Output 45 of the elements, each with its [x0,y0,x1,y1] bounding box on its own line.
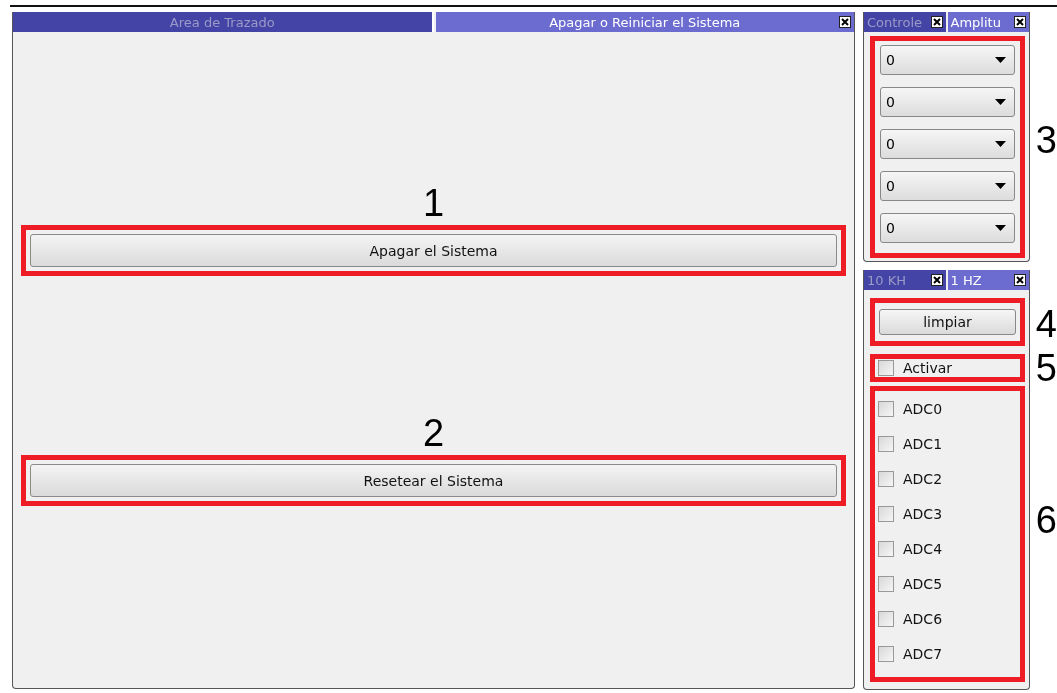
close-icon[interactable] [930,274,943,286]
dropdown[interactable]: 0 [880,171,1015,201]
checkbox[interactable] [878,576,894,592]
close-icon[interactable] [1014,274,1026,286]
checkbox[interactable] [878,360,894,376]
system-button[interactable]: Resetear el Sistema [30,464,837,497]
checkbox[interactable] [878,541,894,557]
dropdown[interactable]: 0 [880,129,1015,159]
tab[interactable]: Apagar o Reiniciar el Sistema [435,12,854,32]
callout-number: 6 [1035,501,1057,539]
checkbox-label: ADC0 [903,401,943,417]
checkbox[interactable] [878,471,894,487]
checkbox[interactable] [878,611,894,627]
checkbox-label: ADC5 [903,576,943,592]
checkbox-label: ADC3 [903,506,943,522]
close-icon[interactable] [839,16,851,28]
checkbox[interactable] [878,506,894,522]
checkbox-label: Activar [903,360,953,376]
caret-icon [995,57,1006,63]
tab[interactable]: Amplitu [947,12,1029,32]
close-icon[interactable] [1014,16,1026,28]
checkbox-label: ADC2 [903,471,943,487]
checkbox[interactable] [878,401,894,417]
dropdown[interactable]: 0 [880,213,1015,243]
close-icon[interactable] [930,16,943,28]
caret-icon [995,141,1006,147]
system-button[interactable]: Apagar el Sistema [30,234,837,267]
checkbox-label: ADC4 [903,541,943,557]
callout-number: 1 [422,184,445,222]
caret-icon [995,225,1006,231]
tab[interactable]: 1 HZ [947,270,1029,290]
callout-number: 4 [1035,305,1057,343]
checkbox-label: ADC7 [903,646,943,662]
checkbox[interactable] [878,646,894,662]
caret-icon [995,183,1006,189]
checkbox-label: ADC6 [903,611,943,627]
checkbox-label: ADC1 [903,436,943,452]
callout-number: 2 [422,414,445,452]
callout-number: 5 [1035,349,1057,387]
dropdown[interactable]: 0 [880,87,1015,117]
clear-button[interactable]: limpiar [879,309,1016,335]
caret-icon [995,99,1006,105]
dropdown[interactable]: 0 [880,45,1015,75]
checkbox[interactable] [878,436,894,452]
callout-number: 3 [1035,121,1057,159]
